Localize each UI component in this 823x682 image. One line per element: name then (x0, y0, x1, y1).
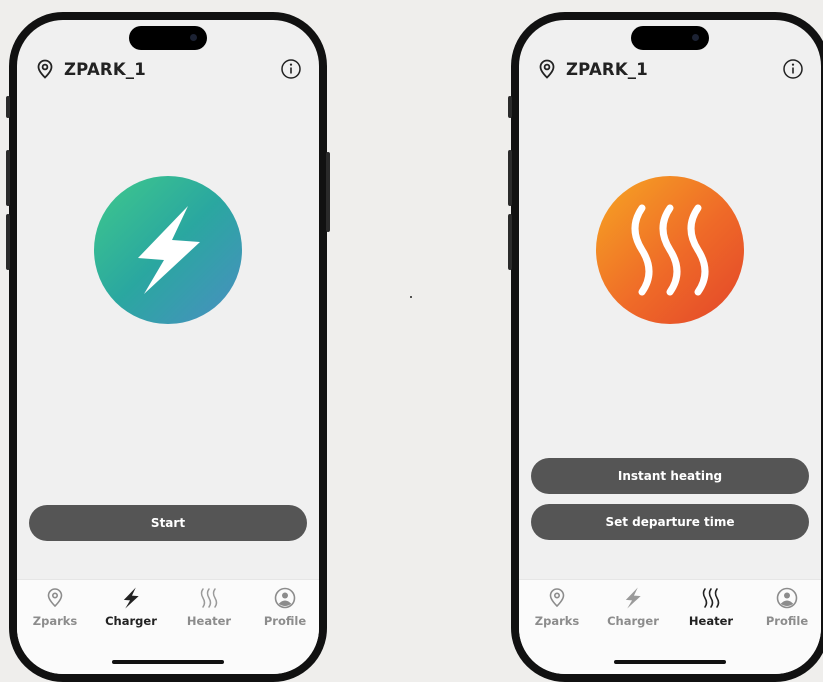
tab-profile[interactable]: Profile (255, 586, 315, 628)
separator-dot (410, 296, 412, 298)
info-icon[interactable] (280, 58, 302, 80)
info-icon[interactable] (782, 58, 804, 80)
lightning-bolt-icon (138, 206, 200, 294)
volume-down-button (508, 214, 512, 270)
camera-icon (190, 34, 197, 41)
start-button[interactable]: Start (29, 505, 307, 541)
tab-label: Zparks (534, 614, 580, 628)
tab-bar: Zparks Charger Heater Profile (17, 579, 319, 674)
camera-icon (692, 34, 699, 41)
lightning-bolt-icon (120, 586, 142, 610)
app-header: ZPARK_1 (536, 57, 804, 81)
home-indicator[interactable] (112, 660, 224, 664)
tab-heater[interactable]: Heater (681, 586, 741, 628)
user-icon (776, 586, 798, 610)
tab-label: Profile (765, 614, 809, 628)
map-pin-icon (546, 586, 568, 610)
tab-bar: Zparks Charger Heater Profile (519, 579, 821, 674)
home-indicator[interactable] (614, 660, 726, 664)
tab-label: Charger (607, 614, 659, 628)
tab-label: Zparks (32, 614, 78, 628)
tab-label: Charger (105, 614, 157, 628)
volume-down-button (6, 214, 10, 270)
mute-switch (6, 96, 10, 118)
lightning-bolt-icon (622, 586, 644, 610)
heater-screen: ZPARK_1 Instant heating Set departure ti… (519, 20, 821, 674)
set-departure-time-button[interactable]: Set departure time (531, 504, 809, 540)
heater-hero-icon (596, 176, 744, 324)
power-button (326, 152, 330, 232)
tab-charger[interactable]: Charger (603, 586, 663, 628)
map-pin-icon (44, 586, 66, 610)
tab-charger[interactable]: Charger (101, 586, 161, 628)
tab-heater[interactable]: Heater (179, 586, 239, 628)
tab-zparks[interactable]: Zparks (527, 586, 587, 628)
tab-profile[interactable]: Profile (757, 586, 817, 628)
heat-waves-icon (631, 204, 709, 296)
map-pin-icon[interactable] (34, 58, 56, 80)
tab-label: Heater (186, 614, 232, 628)
dynamic-island (631, 26, 709, 50)
phone-charger: ZPARK_1 Start Zparks Charger Heater Prof… (6, 12, 330, 682)
volume-up-button (6, 150, 10, 206)
heat-waves-icon (198, 586, 220, 610)
charger-hero-icon (94, 176, 242, 324)
page-title: ZPARK_1 (566, 59, 648, 79)
dynamic-island (129, 26, 207, 50)
app-header: ZPARK_1 (34, 57, 302, 81)
mute-switch (508, 96, 512, 118)
user-icon (274, 586, 296, 610)
page-title: ZPARK_1 (64, 59, 146, 79)
volume-up-button (508, 150, 512, 206)
instant-heating-button[interactable]: Instant heating (531, 458, 809, 494)
tab-zparks[interactable]: Zparks (25, 586, 85, 628)
phone-heater: ZPARK_1 Instant heating Set departure ti… (508, 12, 823, 682)
map-pin-icon[interactable] (536, 58, 558, 80)
tab-label: Heater (688, 614, 734, 628)
charger-screen: ZPARK_1 Start Zparks Charger Heater Prof… (17, 20, 319, 674)
tab-label: Profile (263, 614, 307, 628)
heat-waves-icon (700, 586, 722, 610)
